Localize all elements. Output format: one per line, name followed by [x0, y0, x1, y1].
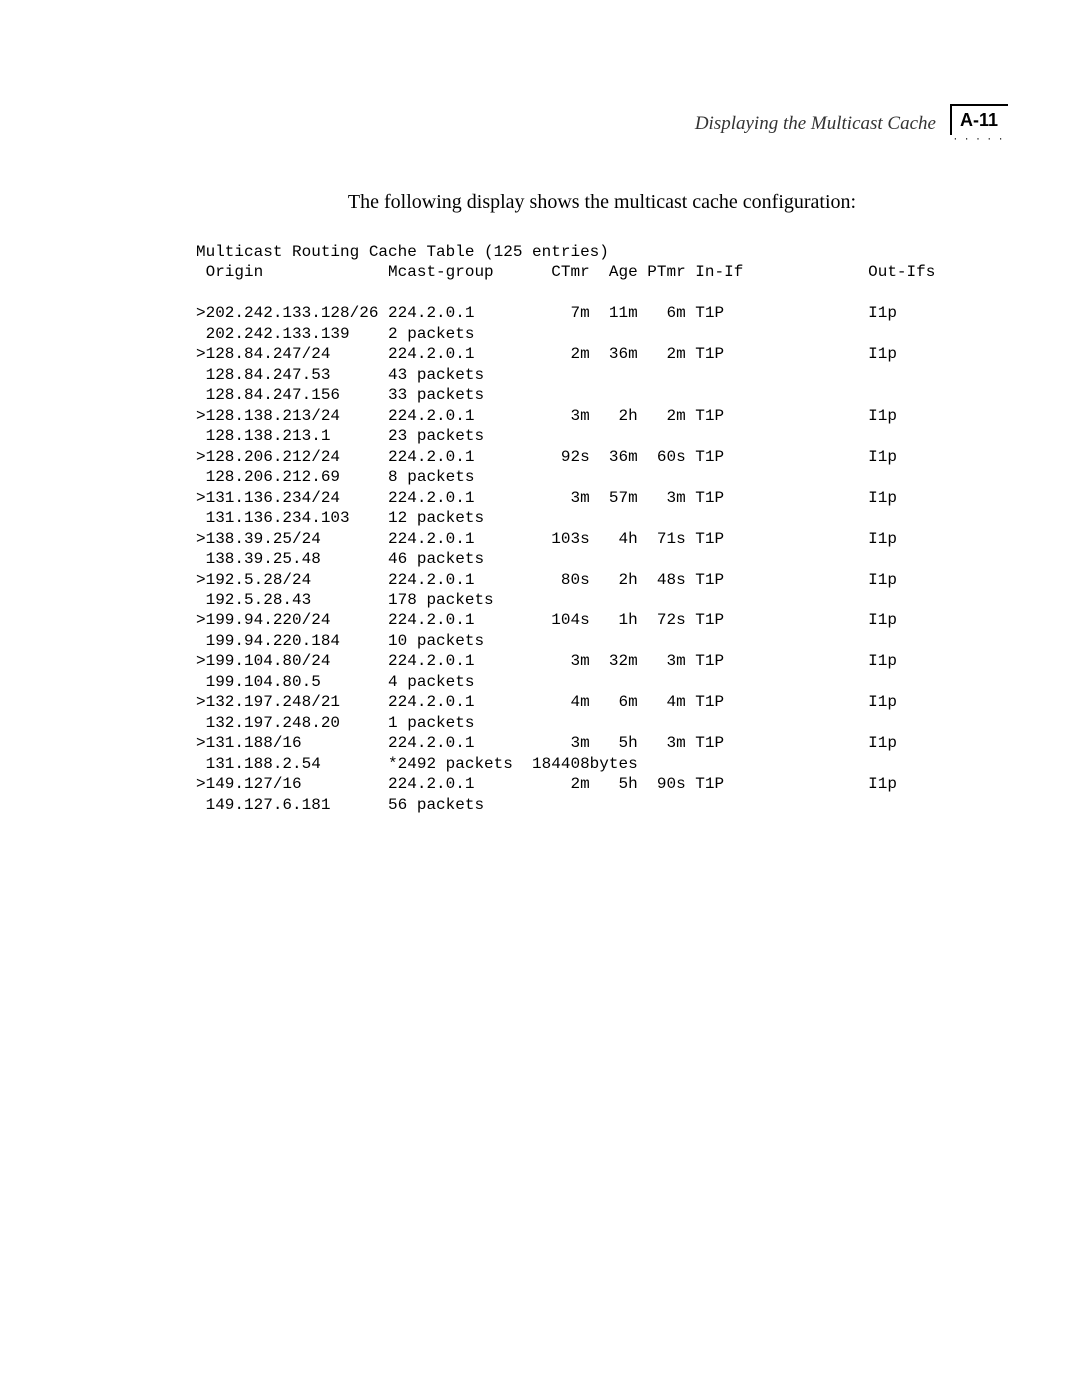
page-number-badge: A-11 · · · · · · · [950, 104, 1008, 143]
page: Displaying the Multicast Cache A-11 · · … [0, 0, 1080, 1397]
header-title: Displaying the Multicast Cache [695, 113, 936, 135]
page-header: Displaying the Multicast Cache A-11 · · … [96, 104, 1008, 143]
decor-line-left [950, 104, 952, 135]
body: The following display shows the multicas… [96, 191, 1008, 815]
intro-text: The following display shows the multicas… [196, 191, 1008, 214]
page-number: A-11 [960, 110, 998, 130]
decor-dots: · · · · · · · [948, 135, 1010, 143]
multicast-cache-output: Multicast Routing Cache Table (125 entri… [196, 242, 1008, 815]
decor-line-top [950, 104, 1008, 106]
